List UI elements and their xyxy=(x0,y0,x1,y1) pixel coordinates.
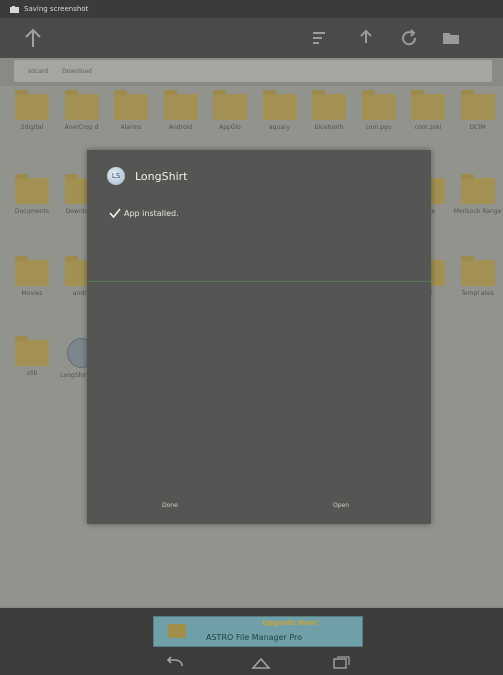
app-icon: LS xyxy=(107,167,125,185)
up-arrow-icon[interactable] xyxy=(22,27,44,49)
install-dialog: LS LongShirt App installed. Done Open xyxy=(87,150,431,524)
install-status-text: App installed. xyxy=(124,208,179,218)
dialog-divider xyxy=(87,281,431,282)
done-button[interactable]: Done xyxy=(162,502,178,509)
banner-product: ASTRO File Manager Pro xyxy=(206,633,303,642)
screenshot-notification-icon xyxy=(10,5,19,13)
sort-icon[interactable] xyxy=(308,27,330,49)
banner-headline: Upgrade Now! xyxy=(262,619,319,627)
back-icon[interactable] xyxy=(164,656,186,670)
refresh-icon[interactable] xyxy=(398,27,420,49)
dialog-title: LongShirt xyxy=(135,169,188,183)
install-status: App installed. xyxy=(109,208,179,218)
folder-icon[interactable] xyxy=(440,27,462,49)
screen: Saving screenshot sdcard Download 2digit… xyxy=(0,0,503,675)
dialog-header: LS LongShirt xyxy=(107,167,187,185)
open-button[interactable]: Open xyxy=(333,502,349,509)
status-text: Saving screenshot xyxy=(24,5,89,13)
sd-card-icon xyxy=(168,624,186,638)
recent-apps-icon[interactable] xyxy=(330,656,352,670)
home-icon[interactable] xyxy=(250,656,272,670)
upgrade-banner[interactable]: Upgrade Now! ASTRO File Manager Pro xyxy=(153,616,363,647)
action-bar xyxy=(0,18,503,58)
share-icon[interactable] xyxy=(355,27,377,49)
status-bar: Saving screenshot xyxy=(0,0,503,18)
checkmark-icon xyxy=(109,208,121,218)
